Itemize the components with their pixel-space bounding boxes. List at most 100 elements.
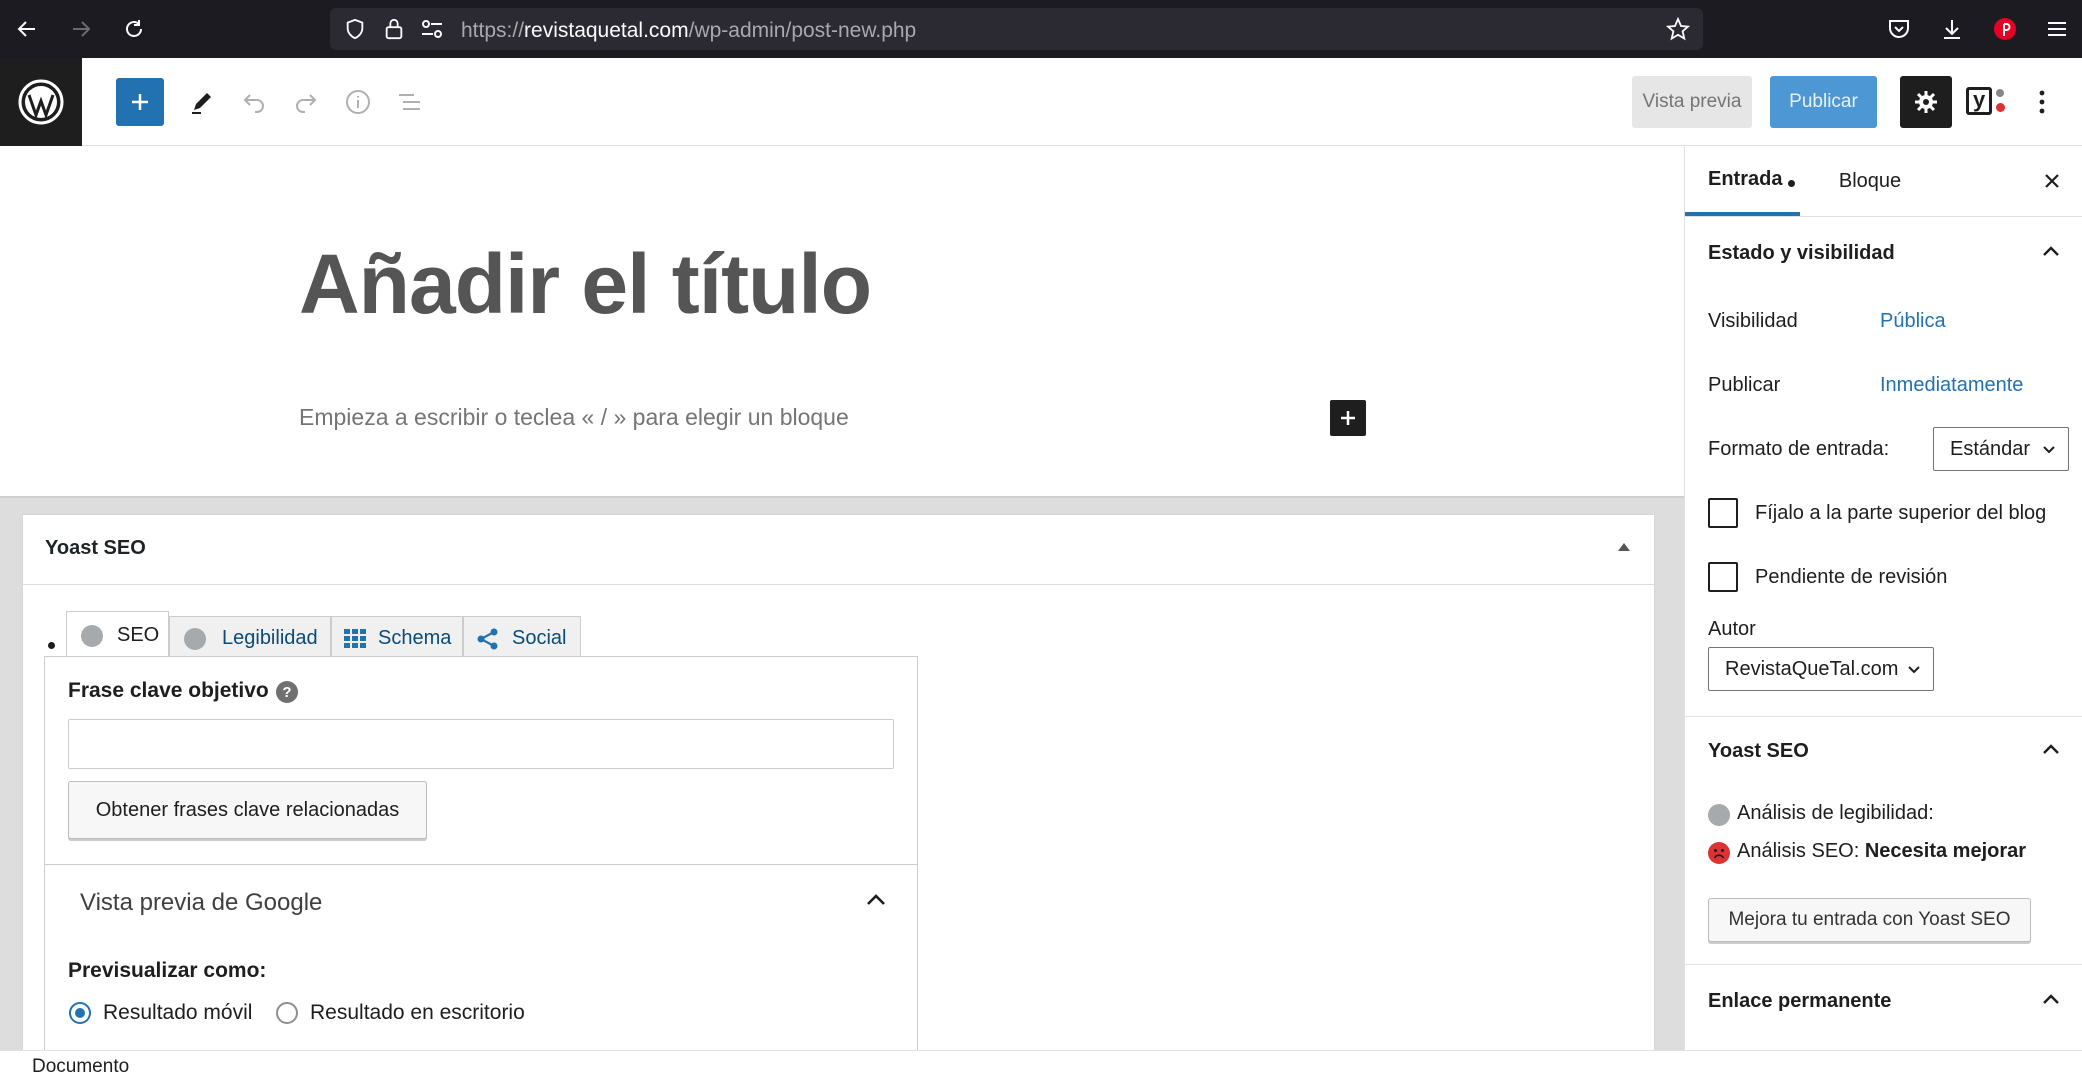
editor-footer: Documento: [0, 1050, 2082, 1080]
caret-up-icon[interactable]: [1618, 543, 1630, 551]
seo-analysis-text: Análisis SEO: Necesita mejorar: [1737, 840, 2026, 863]
chevron-up-icon[interactable]: [2041, 244, 2061, 258]
yoast-sidebar-button[interactable]: y: [1964, 78, 2008, 126]
sticky-label[interactable]: Fíjalo a la parte superior del blog: [1755, 502, 2046, 525]
help-icon[interactable]: ?: [276, 681, 298, 703]
editor-header: Vista previa Publicar y: [0, 58, 2082, 146]
list-bullet: [48, 642, 55, 649]
url-path: /wp-admin/post-new.php: [688, 19, 917, 42]
tab-social[interactable]: Social: [463, 616, 581, 660]
post-format-label: Formato de entrada:: [1708, 438, 1890, 460]
tab-schema-label: Schema: [378, 627, 452, 649]
arrow-left-icon: [17, 21, 35, 37]
publish-button[interactable]: Publicar: [1770, 76, 1877, 128]
close-icon[interactable]: [2043, 172, 2061, 190]
divider: [45, 864, 917, 865]
url-text[interactable]: https://revistaquetal.com/wp-admin/post-…: [461, 19, 916, 43]
status-visibility-title[interactable]: Estado y visibilidad: [1708, 242, 1895, 265]
shield-icon[interactable]: [344, 18, 366, 40]
readability-score-icon: [184, 627, 206, 650]
tab-schema[interactable]: Schema: [331, 616, 463, 660]
permissions-icon[interactable]: [420, 18, 444, 40]
tab-seo-label: SEO: [117, 624, 160, 646]
post-format-select[interactable]: Estándar: [1933, 427, 2069, 471]
paragraph-placeholder[interactable]: Empieza a escribir o teclea « / » para e…: [299, 404, 849, 431]
preview-button[interactable]: Vista previa: [1632, 76, 1752, 128]
post-format-value: Estándar: [1950, 437, 2031, 460]
menu-button[interactable]: [2040, 12, 2074, 46]
yoast-icon: y: [1966, 87, 2006, 117]
lock-icon[interactable]: [383, 17, 405, 41]
wordpress-logo-button[interactable]: [0, 58, 82, 146]
tools-button[interactable]: [180, 78, 224, 126]
pencil-icon: [192, 93, 211, 114]
pending-review-label[interactable]: Pendiente de revisión: [1755, 566, 1947, 589]
chevron-up-icon[interactable]: [865, 893, 887, 907]
chevron-up-icon[interactable]: [2041, 992, 2061, 1006]
visibility-label: Visibilidad: [1708, 310, 1798, 332]
editor-canvas: Añadir el título Empieza a escribir o te…: [0, 146, 1684, 1074]
pinterest-button[interactable]: [1988, 12, 2022, 46]
tab-seo[interactable]: SEO: [66, 611, 169, 659]
redo-button[interactable]: [284, 78, 328, 126]
plus-icon: [1341, 411, 1355, 425]
seo-score-icon: [81, 624, 103, 647]
focus-keyphrase-input[interactable]: [68, 719, 894, 769]
url-domain: revistaquetal.com: [524, 19, 689, 42]
improve-with-yoast-button[interactable]: Mejora tu entrada con Yoast SEO: [1708, 898, 2031, 942]
more-options-button[interactable]: [2024, 78, 2060, 126]
pending-review-checkbox[interactable]: [1708, 562, 1738, 592]
chevron-up-icon[interactable]: [2041, 742, 2061, 756]
settings-button[interactable]: [1900, 76, 1952, 128]
divider: [1685, 964, 2082, 965]
seo-analysis-value: Necesita mejorar: [1864, 840, 2027, 862]
radio-desktop[interactable]: [276, 1002, 298, 1024]
yoast-panel-title[interactable]: Yoast SEO: [1708, 740, 1809, 763]
reload-button[interactable]: [117, 12, 151, 46]
downloads-button[interactable]: [1935, 12, 1969, 46]
info-icon: [346, 90, 370, 114]
breadcrumb[interactable]: Documento: [32, 1056, 129, 1078]
radio-mobile[interactable]: [69, 1002, 91, 1024]
tab-social-label: Social: [512, 627, 567, 649]
visibility-link[interactable]: Pública: [1880, 310, 1946, 333]
details-button[interactable]: [336, 78, 380, 126]
pocket-icon: [1889, 20, 1909, 38]
url-bar[interactable]: https://revistaquetal.com/wp-admin/post-…: [330, 8, 1703, 50]
tab-post[interactable]: Entrada: [1685, 146, 1800, 216]
gear-icon: [1915, 91, 1937, 113]
yoast-badge: y: [1973, 87, 1986, 112]
yoast-metabox-header[interactable]: Yoast SEO: [23, 515, 1654, 585]
radio-mobile-label[interactable]: Resultado móvil: [103, 1001, 252, 1025]
undo-icon: [243, 94, 264, 113]
pocket-button[interactable]: [1882, 12, 1916, 46]
readability-analysis-label: Análisis de legibilidad:: [1737, 802, 1934, 824]
undo-button[interactable]: [232, 78, 276, 126]
tab-block-label: Bloque: [1838, 169, 1902, 192]
hamburger-icon: [2048, 22, 2066, 36]
tab-block[interactable]: Bloque: [1825, 146, 1915, 216]
permalink-title[interactable]: Enlace permanente: [1708, 990, 1891, 1013]
tab-post-label: Entrada: [1708, 167, 1783, 190]
preview-as-label: Previsualizar como:: [68, 959, 267, 982]
inline-inserter-button[interactable]: [1330, 400, 1366, 436]
sticky-checkbox[interactable]: [1708, 498, 1738, 528]
author-select[interactable]: RevistaQueTal.com: [1708, 647, 1934, 691]
publish-date-link[interactable]: Inmediatamente: [1880, 374, 2023, 397]
publish-label: Publicar: [1708, 374, 1781, 396]
kebab-icon: [2039, 90, 2045, 114]
star-icon[interactable]: [1666, 17, 1690, 41]
author-label: Autor: [1708, 618, 1756, 640]
forward-button[interactable]: [64, 12, 98, 46]
seo-panel: Frase clave objetivo ? Obtener frases cl…: [44, 656, 918, 1056]
google-preview-title[interactable]: Vista previa de Google: [80, 889, 322, 917]
radio-desktop-label[interactable]: Resultado en escritorio: [310, 1001, 525, 1025]
list-view-button[interactable]: [388, 78, 432, 126]
post-title-input[interactable]: Añadir el título: [299, 236, 872, 333]
focus-keyphrase-label: Frase clave objetivo: [68, 679, 269, 702]
related-keyphrases-button[interactable]: Obtener frases clave relacionadas: [68, 781, 427, 839]
tab-readability[interactable]: Legibilidad: [169, 616, 331, 660]
list-view-icon: [399, 94, 420, 110]
back-button[interactable]: [10, 12, 44, 46]
block-inserter-button[interactable]: [116, 78, 164, 126]
